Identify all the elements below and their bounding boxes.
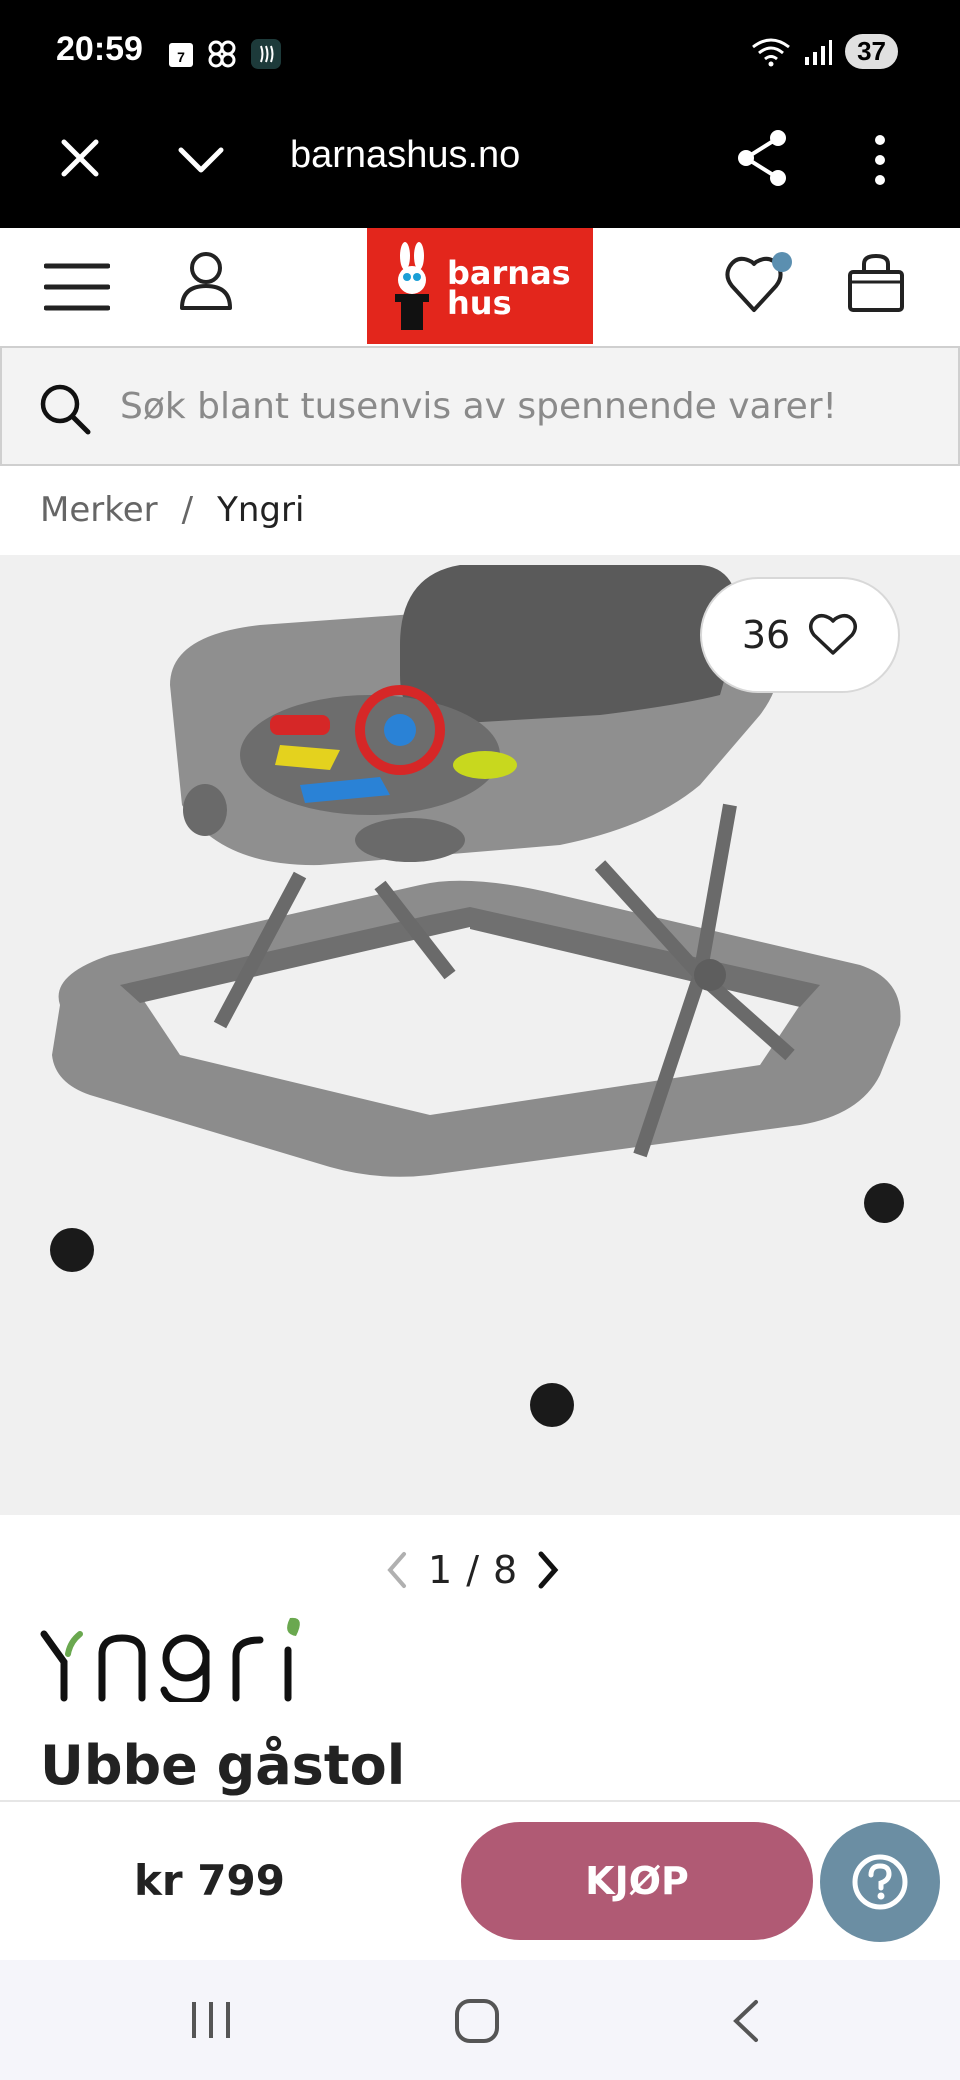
account-icon[interactable] xyxy=(178,250,234,312)
image-index: 1 xyxy=(428,1548,453,1592)
logo-text: barnas hus xyxy=(447,257,571,322)
browser-toolbar: barnashus.no xyxy=(0,110,960,228)
next-image-chevron-right-icon[interactable] xyxy=(531,1548,565,1592)
help-button[interactable] xyxy=(820,1822,940,1942)
page: 20:59 7 37 barnashus.no barnas hus Søk b… xyxy=(0,0,960,2080)
signal-icon xyxy=(805,39,833,65)
buy-button[interactable]: KJØP xyxy=(461,1822,813,1940)
url-display[interactable]: barnashus.no xyxy=(290,134,520,177)
previous-image-chevron-left-icon[interactable] xyxy=(380,1548,414,1592)
calendar-day: 7 xyxy=(177,49,185,65)
breadcrumb-item-yngri[interactable]: Yngri xyxy=(217,490,304,530)
like-count: 36 xyxy=(741,613,791,657)
status-bar: 20:59 7 37 xyxy=(0,0,960,110)
home-icon[interactable] xyxy=(452,1996,502,2046)
notification-icons: 7 xyxy=(168,38,282,70)
breadcrumb-separator: / xyxy=(181,490,194,530)
brand-logo-yngri[interactable] xyxy=(40,1612,330,1702)
status-time: 20:59 xyxy=(56,30,143,68)
share-icon[interactable] xyxy=(734,128,790,188)
back-icon[interactable] xyxy=(726,1996,766,2046)
image-total: 8 xyxy=(493,1548,518,1592)
wifi-icon xyxy=(752,38,790,66)
site-logo[interactable]: barnas hus xyxy=(367,228,593,344)
system-icons: 37 xyxy=(751,34,898,69)
baby-walker-image xyxy=(50,565,904,1427)
product-image-gallery[interactable]: 36 xyxy=(0,555,960,1515)
bunny-hat-logo-icon xyxy=(395,242,429,330)
calendar-icon: 7 xyxy=(169,43,193,67)
product-like-button[interactable]: 36 xyxy=(700,577,900,693)
chevron-down-icon[interactable] xyxy=(176,140,226,180)
app-notification-icon xyxy=(251,39,281,69)
close-icon[interactable] xyxy=(58,136,102,180)
image-separator: / xyxy=(466,1548,479,1592)
logo-line2: hus xyxy=(447,284,512,322)
battery-indicator: 37 xyxy=(845,34,898,69)
search-icon[interactable] xyxy=(38,382,92,436)
shopping-bag-icon[interactable] xyxy=(846,252,906,314)
hamburger-menu-icon[interactable] xyxy=(44,260,110,314)
breadcrumb: Merker / Yngri xyxy=(40,490,304,530)
help-question-icon xyxy=(852,1854,908,1910)
pinwheel-icon xyxy=(208,40,236,68)
android-navigation-bar xyxy=(0,1960,960,2080)
product-title: Ubbe gåstol xyxy=(40,1734,406,1797)
heart-icon xyxy=(809,614,858,655)
image-pager: 1 / 8 xyxy=(380,1540,565,1600)
wishlist-heart-icon[interactable] xyxy=(724,250,794,318)
sticky-buy-bar: kr 799 KJØP xyxy=(0,1800,960,1960)
more-options-icon[interactable] xyxy=(862,130,898,190)
recent-apps-icon[interactable] xyxy=(186,1998,236,2042)
product-price: kr 799 xyxy=(134,1856,285,1905)
search-bar xyxy=(0,346,960,466)
breadcrumb-item-merker[interactable]: Merker xyxy=(40,490,158,530)
site-header: barnas hus xyxy=(0,228,960,346)
search-input[interactable] xyxy=(120,368,940,444)
